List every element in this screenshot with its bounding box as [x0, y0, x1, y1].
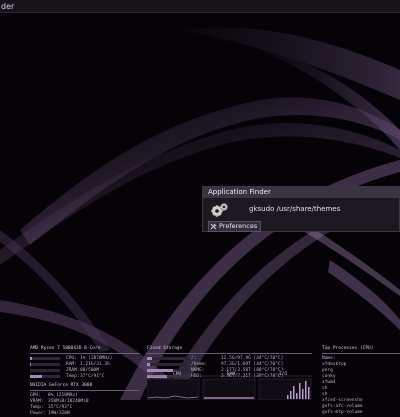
process-item: gvfs-mtp-volume: [322, 410, 363, 415]
preferences-label: Preferences: [219, 222, 258, 230]
cpu-temp-bar: [30, 375, 60, 378]
cpu-temp-label: Temp:: [66, 374, 80, 379]
gears-icon: [211, 203, 228, 217]
procs-header: Top Processes (CPU): [322, 346, 400, 354]
conky-system-panel: AMD Ryzen 7 5800X3D 8-Core CPU: 1% (2870…: [30, 346, 140, 417]
ram-bar-fill: [30, 363, 32, 366]
graph-label-ram: RAM: [227, 371, 235, 377]
gpu-power-label: Power:: [30, 411, 47, 416]
root-bar: [147, 357, 189, 360]
gpu-power-row: Power: 19W/320W: [30, 411, 140, 417]
command-row: [207, 201, 400, 218]
window-title[interactable]: der: [0, 0, 14, 13]
top-panel: der: [0, 0, 400, 13]
home-bar: [147, 363, 189, 366]
conky-graphs: CPU RAM I/O: [146, 371, 312, 401]
cpu-bar-fill: [30, 357, 32, 360]
ram-bar: [30, 363, 60, 366]
gpu-header: NVIDIA GeForce RTX 3080: [30, 383, 140, 391]
cpu-header: AMD Ryzen 7 5800X3D 8-Core: [30, 346, 140, 354]
tools-icon: [210, 223, 217, 230]
storage-header: Fixed Storage: [147, 346, 312, 354]
application-finder-dialog: Application Finder Preferences: [202, 186, 400, 232]
gpu-power-value: 19W/320W: [48, 411, 70, 416]
cpu-temp-bar-fill: [30, 375, 42, 378]
cpu-temp-value: 37°C/91°C: [80, 374, 105, 379]
cpu-temp-row: Temp: 37°C/91°C: [30, 374, 140, 380]
activity-graphs: CPU RAM I/O: [146, 371, 312, 401]
dialog-titlebar[interactable]: Application Finder: [203, 187, 399, 198]
command-input[interactable]: [233, 203, 400, 215]
zram-bar: [30, 369, 60, 372]
conky-processes-panel: Top Processes (CPU) Name: xfdesktop perg…: [322, 346, 400, 416]
graph-label-cpu: CPU: [173, 371, 181, 377]
home-bar-fill: [147, 363, 150, 366]
root-bar-fill: [147, 357, 153, 360]
graph-label-io: I/O: [279, 371, 287, 377]
preferences-button[interactable]: Preferences: [208, 221, 262, 232]
cpu-bar: [30, 357, 60, 360]
